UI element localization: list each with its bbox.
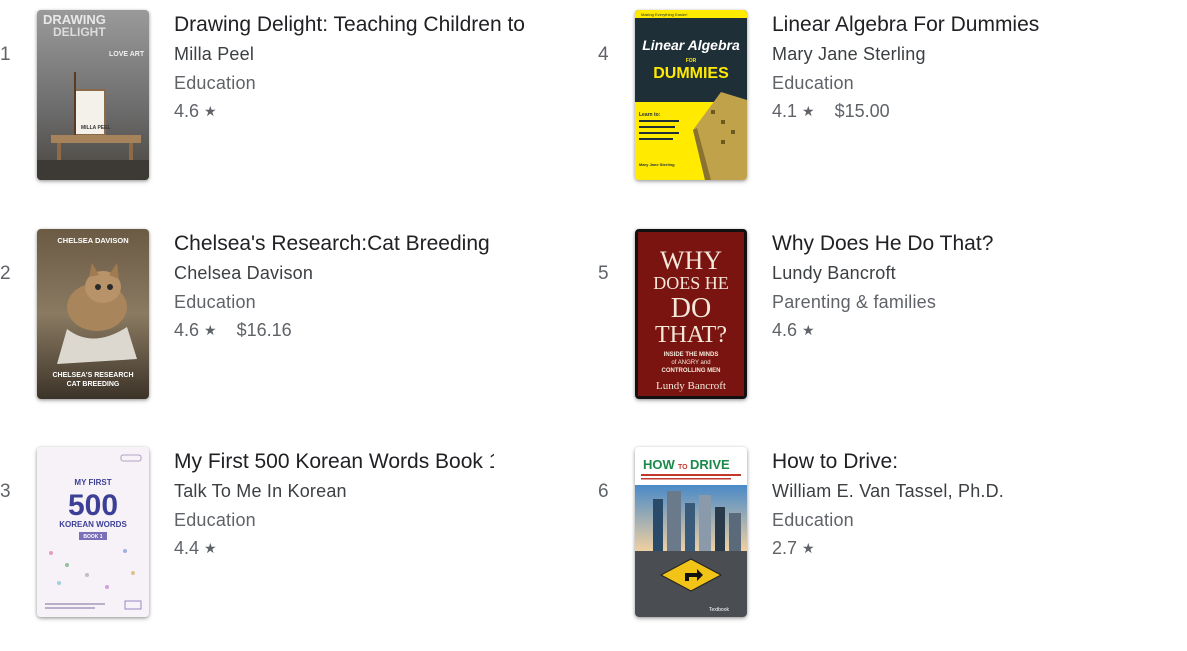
svg-text:DUMMIES: DUMMIES: [653, 65, 729, 82]
book-title[interactable]: Linear Algebra For Dummies: [772, 12, 1132, 38]
svg-text:CAT BREEDING: CAT BREEDING: [67, 381, 120, 388]
rating-row: 4.4 ★: [174, 537, 554, 559]
rating-value: 4.6: [772, 320, 798, 340]
svg-text:MILLA PEEL: MILLA PEEL: [81, 125, 111, 131]
rating-row: 2.7 ★: [772, 537, 1152, 559]
book-genre: Parenting & families: [772, 292, 937, 312]
svg-text:500: 500: [68, 489, 118, 522]
book-item-4[interactable]: 4 Making Everything Easier! Linear Algeb…: [598, 10, 1158, 182]
book-cover-chelsea-research[interactable]: CHELSEA DAVISON CHELSEA'S RESEARCH CAT B…: [37, 229, 149, 399]
svg-text:KOREAN WORDS: KOREAN WORDS: [59, 520, 127, 529]
star-icon: ★: [802, 322, 815, 338]
book-title[interactable]: Drawing Delight: Teaching Children to: [174, 12, 534, 38]
svg-text:TO: TO: [678, 464, 688, 471]
star-icon: ★: [204, 540, 217, 556]
svg-text:BOOK 1: BOOK 1: [83, 534, 102, 540]
book-author[interactable]: Milla Peel: [174, 43, 554, 65]
book-cover-drawing-delight[interactable]: DRAWING DELIGHT LOVE ART MILLA PEEL: [37, 10, 149, 180]
svg-text:CONTROLLING MEN: CONTROLLING MEN: [662, 368, 721, 374]
rating-value: 4.6: [174, 101, 200, 121]
svg-text:DO: DO: [671, 293, 711, 324]
book-genre: Education: [772, 510, 854, 530]
svg-text:HOW: HOW: [643, 457, 676, 472]
book-item-6[interactable]: 6 HOW TO DRIVE Textbook How to Drive: Wi…: [598, 447, 1158, 619]
rating-value: 2.7: [772, 538, 798, 558]
book-title[interactable]: Why Does He Do That?: [772, 231, 1132, 257]
rank-number: 5: [598, 263, 609, 284]
svg-text:DRIVE: DRIVE: [690, 457, 730, 472]
book-title[interactable]: Chelsea's Research:Cat Breeding: [174, 231, 534, 257]
svg-text:CHELSEA DAVISON: CHELSEA DAVISON: [57, 236, 128, 245]
book-cover-how-to-drive[interactable]: HOW TO DRIVE Textbook: [635, 447, 747, 617]
book-cover-korean-words[interactable]: MY FIRST 500 KOREAN WORDS BOOK 1: [37, 447, 149, 617]
book-meta: Chelsea's Research:Cat Breeding Chelsea …: [174, 231, 554, 341]
book-cover-linear-algebra[interactable]: Making Everything Easier! Linear Algebra…: [635, 10, 747, 180]
book-meta: Drawing Delight: Teaching Children to Mi…: [174, 12, 554, 122]
book-genre: Education: [174, 292, 256, 312]
svg-text:INSIDE THE MINDS: INSIDE THE MINDS: [664, 352, 719, 358]
book-item-2[interactable]: 2 CHELSEA DAVISON CHELSEA'S RESEARCH CAT…: [0, 229, 560, 401]
rank-number: 4: [598, 44, 609, 65]
rating-row: 4.1 ★ $15.00: [772, 100, 1152, 122]
svg-text:Making Everything Easier!: Making Everything Easier!: [641, 12, 687, 17]
rating-row: 4.6 ★: [772, 319, 1152, 341]
star-icon: ★: [204, 103, 217, 119]
book-genre: Education: [174, 510, 256, 530]
book-cover-why-does-he[interactable]: WHY DOES HE DO THAT? INSIDE THE MINDS of…: [635, 229, 747, 399]
svg-text:DELIGHT: DELIGHT: [53, 25, 106, 39]
svg-text:Textbook: Textbook: [709, 607, 730, 613]
book-author[interactable]: William E. Van Tassel, Ph.D.: [772, 480, 1152, 502]
svg-text:of ANGRY and: of ANGRY and: [671, 360, 710, 366]
star-icon: ★: [802, 103, 815, 119]
svg-text:CHELSEA'S RESEARCH: CHELSEA'S RESEARCH: [52, 372, 133, 379]
svg-text:WHY: WHY: [660, 246, 722, 275]
svg-text:MY FIRST: MY FIRST: [74, 478, 111, 487]
rank-number: 3: [0, 481, 11, 502]
svg-text:Learn to:: Learn to:: [639, 112, 661, 118]
book-item-3[interactable]: 3 MY FIRST 500 KOREAN WORDS BOOK 1 My Fi…: [0, 447, 560, 619]
svg-text:LOVE ART: LOVE ART: [109, 51, 145, 58]
svg-text:Linear Algebra: Linear Algebra: [642, 37, 740, 53]
svg-text:DOES HE: DOES HE: [653, 273, 729, 293]
rating-value: 4.6: [174, 320, 200, 340]
star-icon: ★: [802, 540, 815, 556]
rating-row: 4.6 ★ $16.16: [174, 319, 554, 341]
svg-text:FOR: FOR: [686, 58, 697, 64]
book-author[interactable]: Mary Jane Sterling: [772, 43, 1152, 65]
svg-text:Lundy Bancroft: Lundy Bancroft: [656, 380, 726, 392]
book-price: $15.00: [834, 101, 890, 121]
star-icon: ★: [204, 322, 217, 338]
rank-number: 1: [0, 44, 11, 65]
book-title[interactable]: How to Drive:: [772, 449, 1132, 475]
book-author[interactable]: Lundy Bancroft: [772, 262, 1152, 284]
book-meta: How to Drive: William E. Van Tassel, Ph.…: [772, 449, 1152, 559]
book-author[interactable]: Talk To Me In Korean: [174, 480, 554, 502]
book-author[interactable]: Chelsea Davison: [174, 262, 554, 284]
rating-value: 4.1: [772, 101, 798, 121]
svg-text:Mary Jane Sterling: Mary Jane Sterling: [639, 162, 675, 167]
book-item-1[interactable]: 1 DRAWING DELIGHT LOVE ART MILLA PEEL Dr…: [0, 10, 560, 182]
rating-value: 4.4: [174, 538, 200, 558]
book-meta: Linear Algebra For Dummies Mary Jane Ste…: [772, 12, 1152, 122]
book-meta: Why Does He Do That? Lundy Bancroft Pare…: [772, 231, 1152, 341]
book-genre: Education: [772, 73, 854, 93]
rating-row: 4.6 ★: [174, 100, 554, 122]
book-item-5[interactable]: 5 WHY DOES HE DO THAT? INSIDE THE MINDS …: [598, 229, 1158, 401]
book-genre: Education: [174, 73, 256, 93]
rank-number: 6: [598, 481, 609, 502]
book-meta: My First 500 Korean Words Book 1 Talk To…: [174, 449, 554, 559]
rank-number: 2: [0, 263, 11, 284]
book-price: $16.16: [236, 320, 292, 340]
book-title[interactable]: My First 500 Korean Words Book 1: [174, 449, 494, 475]
svg-text:THAT?: THAT?: [655, 322, 727, 348]
